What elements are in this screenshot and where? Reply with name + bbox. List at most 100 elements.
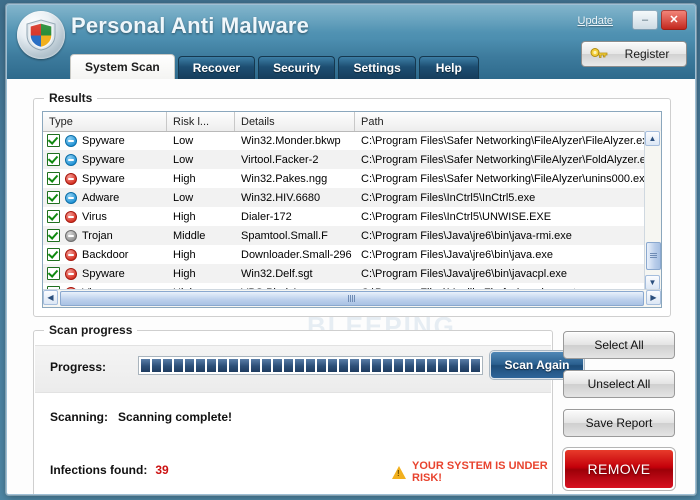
column-header-details[interactable]: Details [235,112,355,131]
action-button-group: Select All Unselect All Save Report REMO… [562,331,679,491]
row-checkbox[interactable] [47,172,60,185]
severity-icon [65,153,77,166]
severity-icon [65,210,77,223]
progress-segment [240,359,249,372]
table-row[interactable]: Spyware High Win32.Delf.sgt C:\Program File… [43,264,645,283]
cell-type-label: Adware [82,191,120,204]
close-button[interactable]: ✕ [661,10,687,30]
table-row[interactable]: Virus High Dialer-172 C:\Program Files\InCt… [43,207,645,226]
cell-path: C:\Program Files\Safer Networking\FileAl… [361,172,645,185]
severity-icon [65,172,77,185]
cell-path: C:\Program Files\Java\jre6\bin\java.exe [361,248,553,261]
cell-path: C:\Program Files\InCtrl5\InCtrl5.exe [361,191,536,204]
remove-button[interactable]: REMOVE [562,447,676,491]
progress-segment [207,359,216,372]
row-checkbox[interactable] [47,229,60,242]
minimize-button[interactable]: – [632,10,658,30]
tab-bar: System Scan Recover Security Settings He… [70,54,479,79]
cell-type-label: Spyware [82,153,125,166]
cell-risk: High [173,210,196,223]
cell-path: C:\Program Files\InCtrl5\UNWISE.EXE [361,210,552,223]
row-checkbox[interactable] [47,153,60,166]
cell-path: C:\Program Files\Safer Networking\FileAl… [361,153,645,166]
progress-segment [471,359,480,372]
tab-settings[interactable]: Settings [338,56,416,79]
column-header-type[interactable]: Type [43,112,167,131]
results-table: Type Risk l... Details Path Spyware Low Wi… [42,111,662,308]
cell-details: Win32.Delf.sgt [241,267,313,280]
progress-segment [229,359,238,372]
vertical-scrollbar[interactable]: ▲ ▼ [644,131,661,290]
progress-segment [449,359,458,372]
results-panel-legend: Results [49,91,93,105]
cell-path: C:\Program Files\Java\jre6\bin\javacpl.e… [361,267,568,280]
row-checkbox[interactable] [47,134,60,147]
infections-count: 39 [155,463,169,477]
cell-risk: Low [173,134,194,147]
severity-icon [65,134,77,147]
scan-progress-panel: Scan progress Progress: Scan Again Scann… [33,323,584,494]
progress-segment [163,359,172,372]
table-row[interactable]: Backdoor High Downloader.Small-296 C:\Progr… [43,245,645,264]
key-icon [590,48,608,58]
cell-type: Virus [43,210,167,223]
tab-security[interactable]: Security [258,56,336,79]
desktop-background: Personal Anti Malware Update – ✕ Registe… [0,0,700,500]
progress-segment [416,359,425,372]
tab-system-scan[interactable]: System Scan [70,54,175,79]
cell-type: Spyware [43,267,167,280]
scroll-left-button[interactable]: ◀ [43,290,58,305]
save-report-button[interactable]: Save Report [563,409,675,437]
cell-risk: Low [173,153,194,166]
update-link[interactable]: Update [578,15,613,27]
progress-segment [295,359,304,372]
cell-type-label: Backdoor [82,248,129,261]
infections-label: Infections found: [50,463,148,477]
register-button[interactable]: Register [581,41,687,67]
scroll-right-button[interactable]: ▶ [646,290,661,305]
row-checkbox[interactable] [47,191,60,204]
application-window: Personal Anti Malware Update – ✕ Registe… [6,4,696,495]
row-checkbox[interactable] [47,267,60,280]
cell-details: Win32.Monder.bkwp [241,134,341,147]
cell-risk: High [173,172,196,185]
row-checkbox[interactable] [47,248,60,261]
cell-risk: High [173,248,196,261]
cell-type: Spyware [43,153,167,166]
column-header-path[interactable]: Path [355,112,661,131]
progress-segment [405,359,414,372]
cell-path: C:\Program Files\Java\jre6\bin\java-rmi.… [361,229,572,242]
title-bar: Personal Anti Malware Update – ✕ Registe… [7,5,695,80]
scroll-up-button[interactable]: ▲ [645,131,660,146]
tab-help[interactable]: Help [418,56,479,79]
cell-risk: Middle [173,229,206,242]
table-row[interactable]: Spyware Low Virtool.Facker-2 C:\Program Fil… [43,150,645,169]
progress-label: Progress: [50,360,107,374]
progress-segment [306,359,315,372]
progress-segment [427,359,436,372]
vertical-scrollbar-thumb[interactable] [646,242,661,270]
table-row[interactable]: Adware Low Win32.HIV.6680 C:\Program Files\… [43,188,645,207]
row-checkbox[interactable] [47,210,60,223]
progress-segment [196,359,205,372]
scroll-down-button[interactable]: ▼ [645,275,660,290]
table-row[interactable]: Trojan Middle Spamtool.Small.F C:\Program F… [43,226,645,245]
cell-type: Spyware [43,134,167,147]
severity-icon [65,267,77,280]
cell-type-label: Trojan [82,229,113,242]
shield-icon [17,11,65,59]
tab-recover[interactable]: Recover [177,56,256,79]
table-row[interactable]: Spyware Low Win32.Monder.bkwp C:\Program Fi… [43,131,645,150]
cell-type-label: Spyware [82,134,125,147]
horizontal-scrollbar-thumb[interactable] [60,291,644,306]
progress-bar [138,356,483,375]
horizontal-scrollbar[interactable]: ◀ ▶ [43,289,661,307]
table-row[interactable]: Spyware High Win32.Pakes.ngg C:\Program Fil… [43,169,645,188]
unselect-all-button[interactable]: Unselect All [563,370,675,398]
cell-risk: High [173,267,196,280]
progress-segment [383,359,392,372]
select-all-button[interactable]: Select All [563,331,675,359]
column-header-risk[interactable]: Risk l... [167,112,235,131]
cell-risk: Low [173,191,194,204]
progress-segment [174,359,183,372]
